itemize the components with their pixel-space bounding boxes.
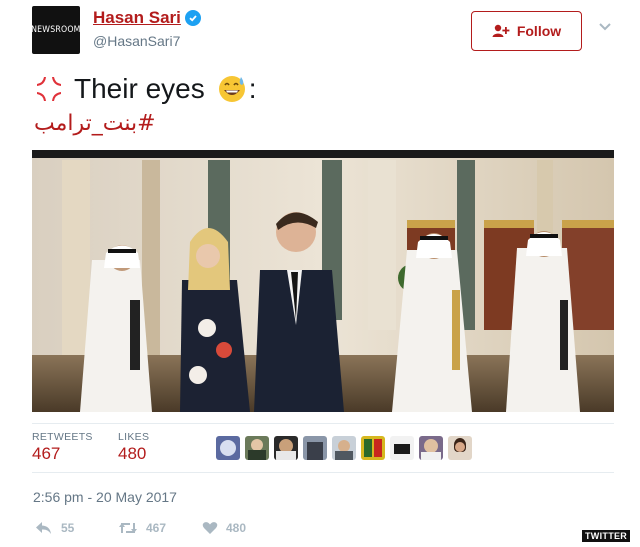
retweet-icon — [119, 523, 137, 533]
tweet-body: Their eyes — [74, 73, 205, 104]
retweets-label: RETWEETS — [32, 431, 93, 443]
reply-icon — [36, 522, 51, 534]
reply-button[interactable]: 55 — [35, 521, 74, 535]
verified-badge-icon — [184, 10, 201, 26]
anger-symbol-icon — [37, 77, 61, 101]
liker-avatar[interactable] — [419, 436, 443, 460]
liker-avatar[interactable] — [303, 436, 327, 460]
reply-count: 55 — [61, 521, 75, 535]
retweets-count[interactable]: 467 — [32, 444, 60, 464]
retweet-count: 467 — [146, 521, 167, 535]
heart-icon — [202, 522, 218, 534]
liker-avatar[interactable] — [448, 436, 472, 460]
likes-count[interactable]: 480 — [118, 444, 146, 464]
add-user-icon — [492, 24, 510, 37]
liker-avatars — [216, 436, 472, 460]
liker-avatar[interactable] — [274, 436, 298, 460]
liker-avatar[interactable] — [216, 436, 240, 460]
author-name-row: Hasan Sari — [93, 8, 201, 28]
author-name[interactable]: Hasan Sari — [93, 8, 181, 28]
likes-label: LIKES — [118, 431, 150, 443]
tweet-photo[interactable] — [32, 150, 614, 412]
hashtag-link[interactable]: #بنت_ترامب — [34, 111, 156, 136]
like-button[interactable]: 480 — [202, 521, 246, 535]
divider — [32, 423, 614, 424]
retweet-button[interactable]: 467 — [118, 521, 166, 535]
sweat-smile-emoji-icon — [218, 76, 245, 102]
liker-avatar[interactable] — [245, 436, 269, 460]
tweet-suffix: : — [248, 73, 257, 104]
liker-avatar[interactable] — [332, 436, 356, 460]
source-tag: TWITTER — [582, 530, 631, 542]
follow-button[interactable]: Follow — [471, 11, 582, 51]
tweet-timestamp[interactable]: 2:56 pm - 20 May 2017 — [33, 489, 177, 505]
liker-avatar[interactable] — [390, 436, 414, 460]
author-handle[interactable]: @HasanSari7 — [93, 33, 180, 49]
avatar-text: NEWSROOM — [32, 25, 80, 35]
chevron-down-icon[interactable] — [598, 22, 612, 32]
avatar[interactable]: NEWSROOM — [32, 6, 80, 54]
divider — [32, 472, 614, 473]
tweet-text: Their eyes : — [34, 72, 257, 106]
like-count: 480 — [226, 521, 247, 535]
liker-avatar[interactable] — [361, 436, 385, 460]
follow-label: Follow — [516, 23, 562, 39]
